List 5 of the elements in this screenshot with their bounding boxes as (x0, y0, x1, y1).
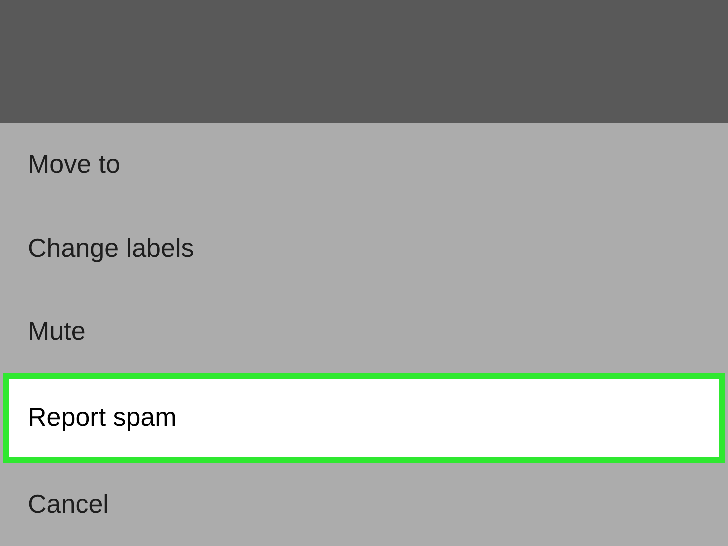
menu-item[interactable]: Mute (0, 290, 728, 374)
menu-item[interactable]: Report spam (3, 373, 725, 463)
menu-item[interactable]: Move to (0, 123, 728, 206)
menu-item[interactable]: Change labels (0, 206, 728, 290)
menu-item[interactable]: Cancel (0, 462, 728, 546)
